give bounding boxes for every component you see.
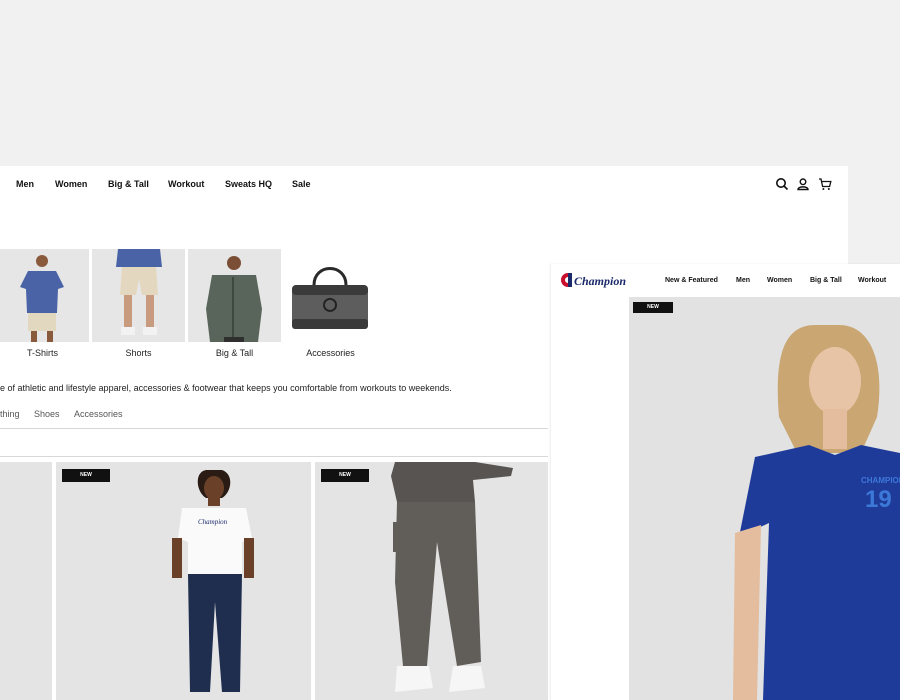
account-icon[interactable] <box>796 177 810 191</box>
category-tile-accessories[interactable] <box>284 249 377 342</box>
big-tall-model-image <box>206 256 262 342</box>
category-label-tshirts[interactable]: T-Shirts <box>0 348 89 358</box>
collection-description: e of athletic and lifestyle apparel, acc… <box>0 383 452 393</box>
nav-men[interactable]: Men <box>736 277 750 284</box>
cart-icon[interactable] <box>818 177 832 191</box>
product-card-1[interactable] <box>0 462 52 700</box>
product-image-tshirt-model: Champion <box>172 470 254 692</box>
nav-big-tall[interactable]: Big & Tall <box>810 277 842 284</box>
shirt-print-text: CHAMPION <box>861 476 900 485</box>
logo-wordmark: Champion <box>574 274 626 288</box>
hero-product-image[interactable]: NEW CHAMPION 19 <box>629 297 900 700</box>
subtab-shoes[interactable]: Shoes <box>34 409 60 419</box>
nav-men[interactable]: Men <box>16 179 34 189</box>
shorts-model-image <box>116 249 162 335</box>
category-label-big-tall[interactable]: Big & Tall <box>188 348 281 358</box>
woman-in-blue-tee-image: CHAMPION 19 <box>733 325 900 700</box>
nav-new-featured[interactable]: New & Featured <box>665 277 718 284</box>
filter-bar-top-divider <box>0 428 548 429</box>
nav-sweats-hq[interactable]: Sweats HQ <box>225 179 272 189</box>
product-card-3[interactable]: NEW <box>315 462 548 700</box>
filter-bar-bottom-divider <box>0 456 548 457</box>
nav-sale[interactable]: Sale <box>292 179 311 189</box>
category-tile-shorts[interactable] <box>92 249 185 342</box>
shirt-print-text: Champion <box>198 518 228 526</box>
category-label-shorts[interactable]: Shorts <box>92 348 185 358</box>
nav-workout[interactable]: Workout <box>168 179 204 189</box>
subtab-clothing[interactable]: thing <box>0 409 20 419</box>
tshirt-model-image <box>20 255 64 342</box>
nav-workout[interactable]: Workout <box>858 277 886 284</box>
search-icon[interactable] <box>775 177 789 191</box>
category-tile-tshirts[interactable] <box>0 249 89 342</box>
shirt-print-number: 19 <box>865 486 892 513</box>
front-browser-window: Champion New & Featured Men Women Big & … <box>551 264 900 700</box>
subtab-accessories[interactable]: Accessories <box>74 409 123 419</box>
nav-big-tall[interactable]: Big & Tall <box>108 179 149 189</box>
nav-women[interactable]: Women <box>767 277 792 284</box>
category-label-accessories[interactable]: Accessories <box>284 348 377 358</box>
category-tile-big-tall[interactable] <box>188 249 281 342</box>
champion-logo[interactable]: Champion <box>558 270 650 290</box>
product-card-2[interactable]: NEW Champion <box>56 462 311 700</box>
nav-women[interactable]: Women <box>55 179 87 189</box>
product-image-sweatpants-model <box>391 462 513 692</box>
duffel-bag-image <box>292 267 368 329</box>
